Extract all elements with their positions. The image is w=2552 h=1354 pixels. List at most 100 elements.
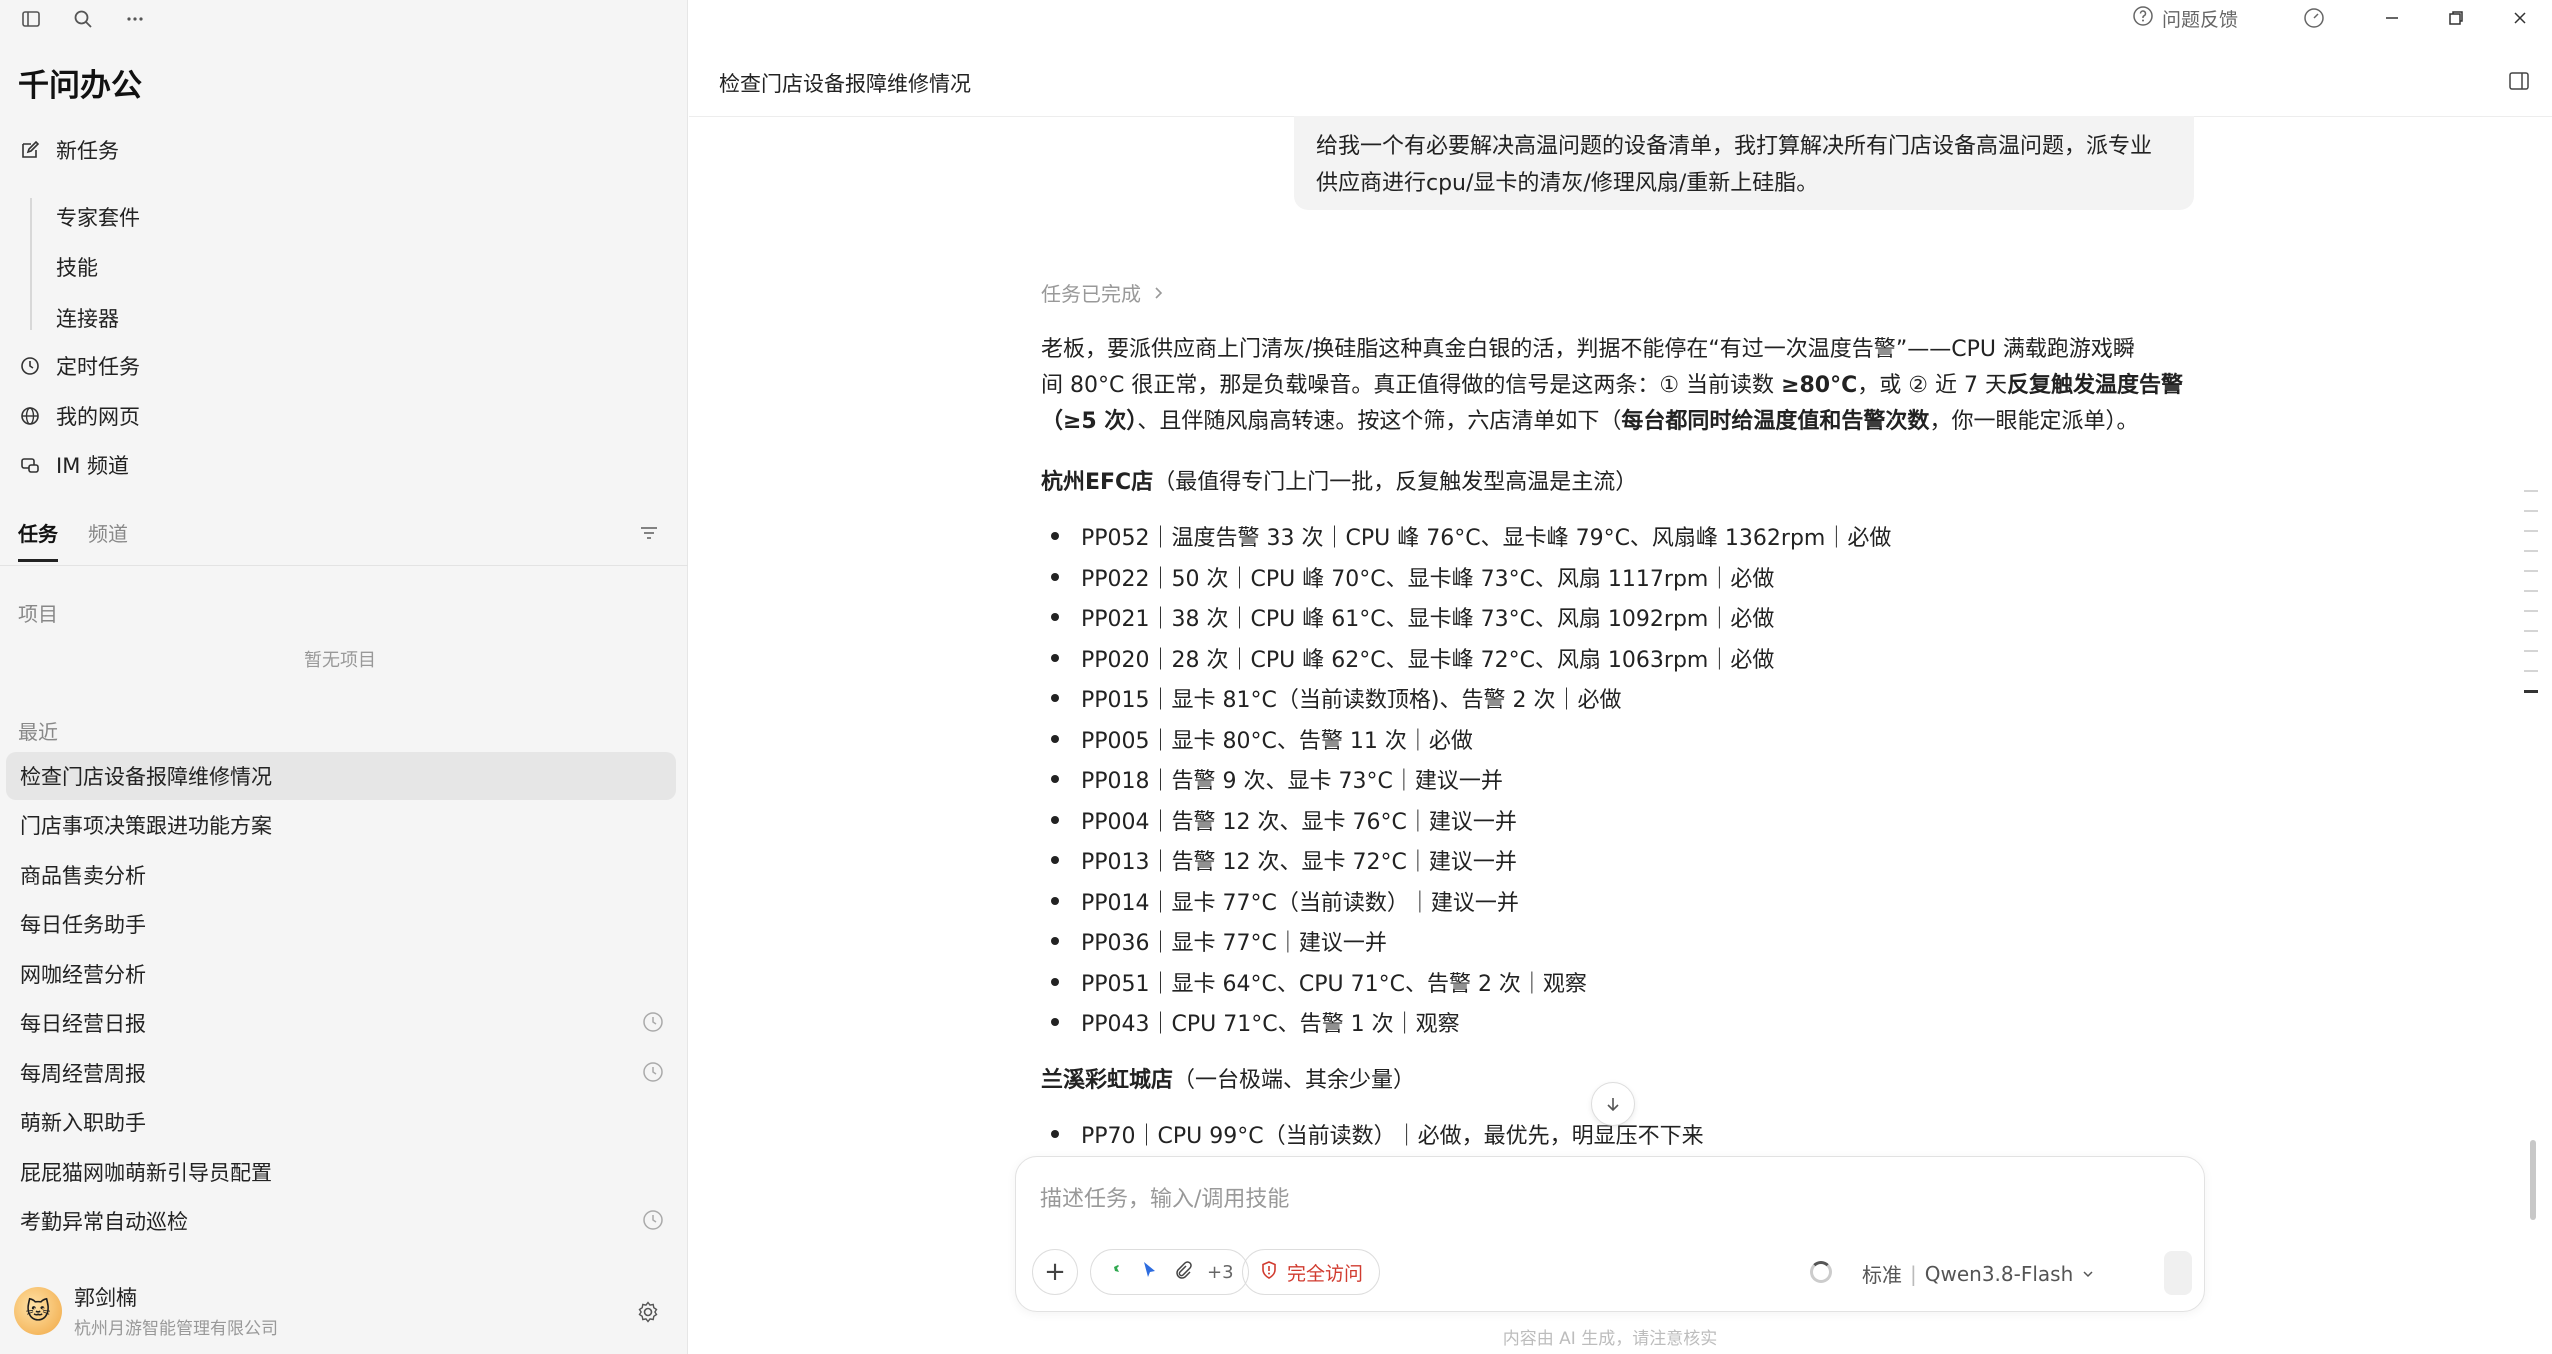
recent-item[interactable]: 门店事项决策跟进功能方案 (6, 801, 676, 849)
recent-item[interactable]: 每日经营日报 (6, 999, 676, 1047)
outline-ticks[interactable] (2524, 490, 2538, 711)
composer: 描述任务，输入/调用技能 + +3 完全访问 标准 | Qwen3.8-Flas… (1015, 1156, 2205, 1312)
user-profile[interactable]: 🐱 郭剑楠 杭州月游智能管理有限公司 (14, 1282, 278, 1339)
recent-item[interactable]: 网咖经营分析 (6, 950, 676, 998)
nav-item-webpages[interactable]: 我的网页 (18, 398, 140, 434)
paperclip-icon (1173, 1260, 1193, 1284)
recent-item-label: 屁屁猫网咖萌新引导员配置 (20, 1161, 272, 1185)
assistant-intro: 老板，要派供应商上门清灰/换硅脂这种真金白银的活，判据不能停在“有过一次温度告警… (1041, 332, 2201, 440)
channel-icon (18, 453, 42, 477)
recent-item[interactable]: 萌新入职助手 (6, 1098, 676, 1146)
minimize-button[interactable] (2360, 0, 2424, 36)
recent-item-label: 检查门店设备报障维修情况 (20, 765, 272, 789)
help-icon (2132, 5, 2154, 32)
list-item: PP015｜显卡 81°C（当前读数顶格)、告警 2 次｜必做 (1051, 682, 1621, 714)
search-icon[interactable] (70, 6, 96, 32)
edit-icon (18, 138, 42, 162)
recent-item[interactable]: 屁屁猫网咖萌新引导员配置 (6, 1148, 676, 1196)
recent-item[interactable]: 每周经营周报 (6, 1049, 676, 1097)
list-item: PP036｜显卡 77°C｜建议一并 (1051, 925, 1387, 957)
add-attachment-button[interactable]: + (1032, 1249, 1078, 1295)
recent-item[interactable]: 每日任务助手 (6, 900, 676, 948)
list-item: PP051｜显卡 64°C、CPU 71°C、告警 2 次｜观察 (1051, 966, 1587, 998)
recent-item[interactable]: 考勤异常自动巡检 (6, 1197, 676, 1245)
mode-label: 标准 (1862, 1263, 1902, 1287)
filter-icon[interactable] (638, 522, 660, 548)
list-item: PP043｜CPU 71°C、告警 1 次｜观察 (1051, 1006, 1460, 1038)
task-status-label: 任务已完成 (1041, 282, 1141, 306)
recent-item-label: 考勤异常自动巡检 (20, 1210, 188, 1234)
chevron-right-icon (1151, 281, 1165, 305)
avatar: 🐱 (14, 1286, 62, 1335)
ai-disclaimer: 内容由 AI 生成，请注意核实 (1502, 1329, 1718, 1349)
send-button[interactable] (2164, 1251, 2192, 1295)
tab-channels[interactable]: 频道 (88, 518, 128, 562)
recent-item-label: 萌新入职助手 (20, 1111, 146, 1135)
more-icon[interactable] (122, 6, 148, 32)
tools-more-count: +3 (1207, 1261, 1234, 1283)
scroll-down-button[interactable] (1591, 1082, 1635, 1126)
list-item: PP052｜温度告警 33 次｜CPU 峰 76°C、显卡峰 79°C、风扇峰 … (1051, 520, 1891, 552)
recent-item[interactable]: 检查门店设备报障维修情况 (6, 752, 676, 800)
user-message: 给我一个有必要解决高温问题的设备清单，我打算解决所有门店设备高温问题，派专业 供… (1294, 116, 2194, 210)
tools-chip[interactable]: +3 (1090, 1249, 1249, 1295)
side-panel-icon[interactable] (2508, 70, 2530, 96)
sidebar-toggle-icon[interactable] (18, 6, 44, 32)
close-button[interactable] (2488, 0, 2552, 36)
nav-item-connectors[interactable]: 连接器 (56, 300, 119, 336)
intro-line: 间 80°C 很正常，那是负载噪音。真正值得做的信号是这两条：① 当前读数 ≥8… (1041, 373, 2183, 398)
nav-scheduled-label: 定时任务 (56, 355, 140, 379)
recent-item-label: 网咖经营分析 (20, 963, 146, 987)
list-item: PP014｜显卡 77°C（当前读数）｜建议一并 (1051, 885, 1519, 917)
nav-item-scheduled[interactable]: 定时任务 (18, 348, 140, 384)
feedback-button[interactable]: 问题反馈 (2132, 5, 2238, 32)
feedback-label: 问题反馈 (2161, 8, 2238, 31)
window-controls: 问题反馈 (2132, 0, 2552, 36)
main-panel: 问题反馈 检查门店设备报障维修情况 给我一个有必要解决高温问题的设备清单，我打算… (689, 0, 2552, 1354)
new-task-button[interactable]: 新任务 (18, 132, 119, 168)
list-item: PP018｜告警 9 次、显卡 73°C｜建议一并 (1051, 763, 1503, 795)
task-status[interactable]: 任务已完成 (1041, 278, 1165, 307)
task-input[interactable]: 描述任务，输入/调用技能 (1040, 1181, 1289, 1213)
store-heading: 杭州EFC店（最值得专门上门一批，反复触发型高温是主流） (1041, 470, 1638, 495)
gear-icon[interactable] (636, 1300, 660, 1328)
shield-alert-icon (1259, 1260, 1279, 1285)
nav-item-im[interactable]: IM 频道 (18, 447, 129, 483)
full-access-chip[interactable]: 完全访问 (1242, 1249, 1381, 1295)
user-message-line: 供应商进行cpu/显卡的清灰/修理风扇/重新上硅脂。 (1316, 171, 1819, 196)
full-access-label: 完全访问 (1287, 1262, 1364, 1285)
tabs-divider (0, 565, 688, 566)
recent-item-label: 每日经营日报 (20, 1012, 146, 1036)
loading-spinner-icon (1810, 1261, 1832, 1283)
projects-empty-note: 暂无项目 (304, 650, 376, 671)
recent-item[interactable]: 商品售卖分析 (6, 851, 676, 899)
recent-item-label: 每周经营周报 (20, 1062, 146, 1086)
list-item: PP005｜显卡 80°C、告警 11 次｜必做 (1051, 723, 1473, 755)
conversation-title: 检查门店设备报障维修情况 (719, 72, 971, 96)
projects-label: 项目 (18, 602, 58, 626)
user-name: 郭剑楠 (74, 1286, 137, 1310)
intro-line: 老板，要派供应商上门清灰/换硅脂这种真金白银的活，判据不能停在“有过一次温度告警… (1041, 337, 2135, 362)
sidebar: 千问办公 新任务 专家套件 技能 连接器 定时任务 我的网页 IM 频道 任务 … (0, 0, 688, 1354)
user-org: 杭州月游智能管理有限公司 (74, 1319, 278, 1339)
scrollbar[interactable] (2530, 1140, 2536, 1220)
scheduled-clock-icon (642, 1061, 664, 1088)
recent-item-label: 每日任务助手 (20, 913, 146, 937)
list-item: PP013｜告警 12 次、显卡 72°C｜建议一并 (1051, 844, 1517, 876)
nav-item-skills[interactable]: 技能 (56, 249, 98, 285)
nav-subgroup-line (30, 198, 32, 330)
model-selector[interactable]: 标准 | Qwen3.8-Flash (1862, 1259, 2095, 1288)
model-name: Qwen3.8-Flash (1924, 1261, 2074, 1286)
recent-label: 最近 (18, 720, 58, 744)
intro-line: （≥5 次）、且伴随风扇高转速。按这个筛，六店清单如下（每台都同时给温度值和告警… (1041, 409, 2139, 434)
nav-item-expert-kit[interactable]: 专家套件 (56, 199, 140, 235)
tab-tasks[interactable]: 任务 (18, 518, 58, 562)
list-item: PP022｜50 次｜CPU 峰 70°C、显卡峰 73°C、风扇 1117rp… (1051, 561, 1774, 593)
list-item: PP020｜28 次｜CPU 峰 62°C、显卡峰 72°C、风扇 1063rp… (1051, 642, 1774, 674)
gauge-icon[interactable] (2282, 0, 2346, 36)
restore-button[interactable] (2424, 0, 2488, 36)
store-heading: 兰溪彩虹城店（一台极端、其余少量） (1041, 1068, 1416, 1093)
cursor-icon (1139, 1260, 1159, 1284)
recent-item-label: 商品售卖分析 (20, 864, 146, 888)
sidebar-toolbar (18, 2, 148, 36)
